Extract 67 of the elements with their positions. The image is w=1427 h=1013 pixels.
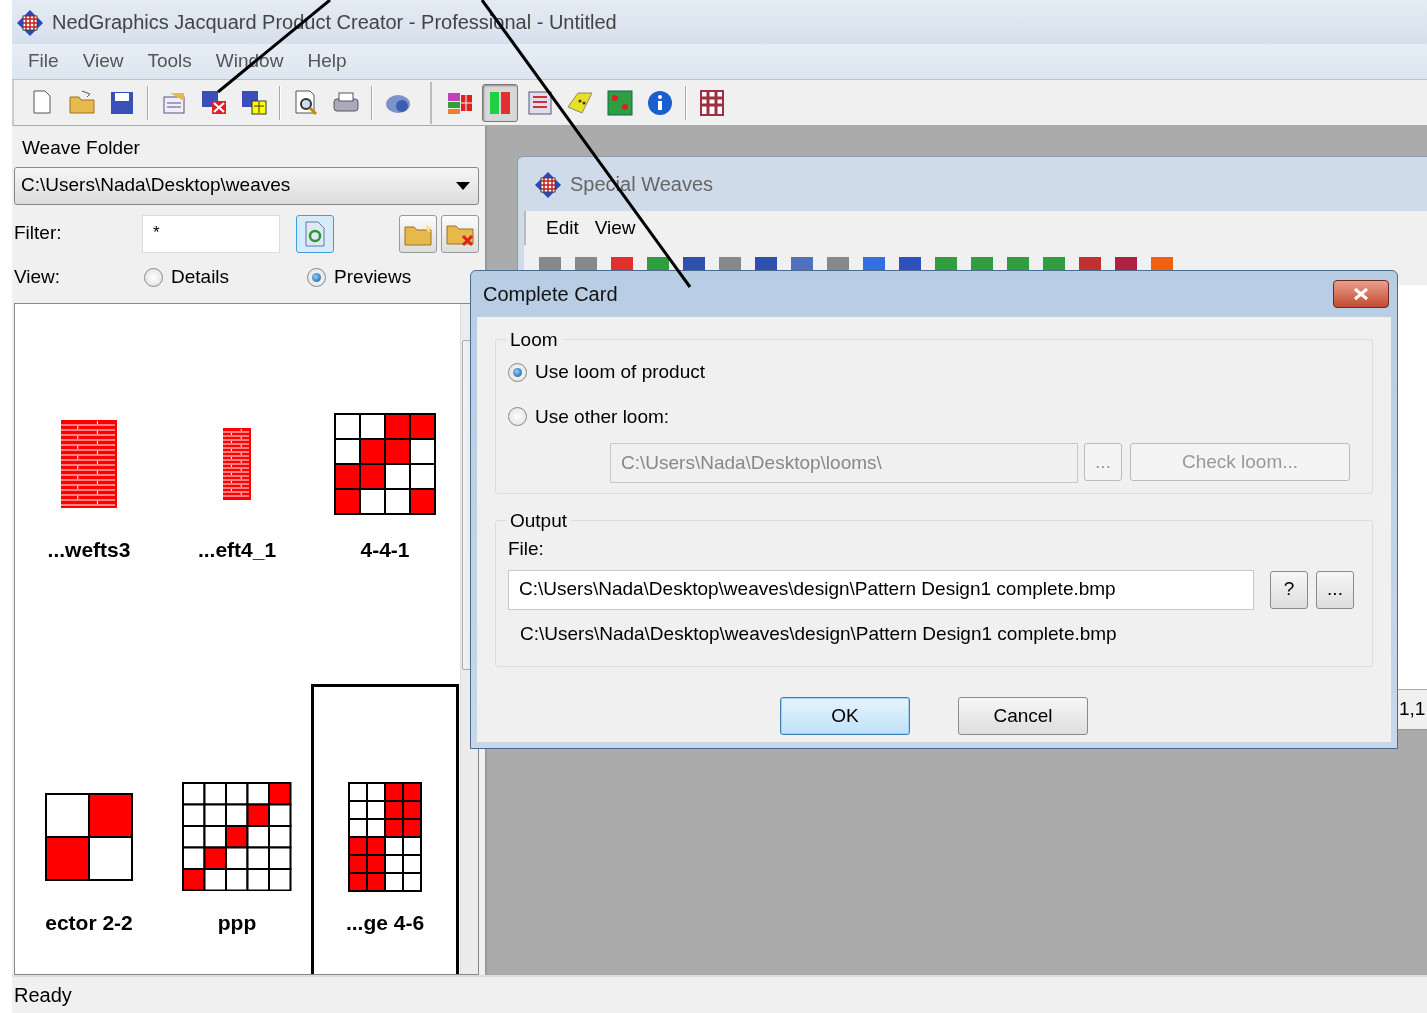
resolved-path: C:\Users\Nada\Desktop\weaves\design\Pattern Design1 complete.bmp [520,622,1117,644]
grid-pattern-icon [698,88,726,117]
weave-pattern-icon [182,781,292,892]
filter-field[interactable]: * [142,214,280,253]
weave-item[interactable]: 4-4-1 [311,303,459,684]
board-icon [606,88,634,117]
floppy-disk-icon [240,88,268,117]
weave-name: ector 2-2 [45,909,133,936]
folder-dropdown[interactable]: C:\Users\Nada\Desktop\weaves [14,166,479,205]
menu-item[interactable]: View [70,47,136,76]
magnifier-icon [292,88,320,117]
refresh-icon [304,220,326,247]
weave-name: ppp [217,909,257,936]
file-path-field[interactable]: C:\Users\Nada\Desktop\weaves\design\Pattern Design1 complete.bmp [508,569,1254,610]
browse-button[interactable]: ... [1316,570,1354,609]
cancel-button[interactable]: Cancel [958,697,1088,735]
radio-label[interactable]: Details [171,263,230,292]
app-logo-icon [16,9,44,38]
radio-label[interactable]: Use loom of product [535,358,706,387]
weave-item[interactable]: ector 2-2 [15,683,163,974]
radio-button[interactable] [307,268,327,287]
close-button[interactable] [1333,280,1389,308]
close-icon [1353,287,1369,301]
filter-label: Filter: [14,221,63,246]
weave-name: ...eft4_1 [197,537,277,563]
weave-name: ...ge 4-6 [345,909,425,936]
folder-icon [68,88,96,117]
status-text: Ready [14,983,72,1008]
status-text: 1,1 [1399,697,1426,722]
app-logo-icon [534,171,562,200]
menu-item[interactable]: View [586,213,644,243]
weave-pattern-icon [61,420,117,508]
menu-item[interactable]: Edit [538,213,587,243]
radio-button[interactable] [508,407,527,427]
refresh-button[interactable] [296,214,334,253]
menu-item[interactable]: File [16,47,71,76]
radio-button[interactable] [508,362,527,382]
folder-icon [404,221,432,246]
panel-title: Weave Folder [22,137,140,158]
radio-button[interactable] [144,268,163,287]
menu-item[interactable]: Help [295,47,359,76]
info-icon [646,88,674,117]
floppy-disk-icon [200,88,228,117]
weave-pattern-icon [45,792,133,881]
weave-item[interactable]: ...eft4_1 [163,303,311,684]
weave-pattern-icon [223,428,251,500]
help-button[interactable]: ? [1270,570,1308,609]
dialog-title: Complete Card [483,282,618,307]
weave-item[interactable]: ppp [163,683,311,974]
weave-pattern-icon [334,413,436,515]
weave-item[interactable]: ...wefts3 [15,303,163,684]
list-icon [526,88,554,117]
weave-pattern-icon [348,781,422,892]
radio-label[interactable]: Use other loom: [535,402,670,431]
folder-path: C:\Users\Nada\Desktop\weaves [21,173,291,198]
weave-name: ...wefts3 [47,537,131,563]
dropdown-arrow-icon [456,181,470,190]
radio-label[interactable]: Previews [334,263,412,292]
toggle-button[interactable] [482,83,518,122]
ok-button[interactable]: OK [780,697,910,735]
new-folder-button[interactable] [399,214,437,253]
delete-folder-button[interactable] [441,214,479,253]
weave-name: 4-4-1 [360,537,410,563]
menu-item[interactable]: Tools [135,47,204,76]
weave-item[interactable]: ...ge 4-6 [311,683,459,974]
file-label: File: [508,538,544,559]
view-label: View: [14,265,62,290]
